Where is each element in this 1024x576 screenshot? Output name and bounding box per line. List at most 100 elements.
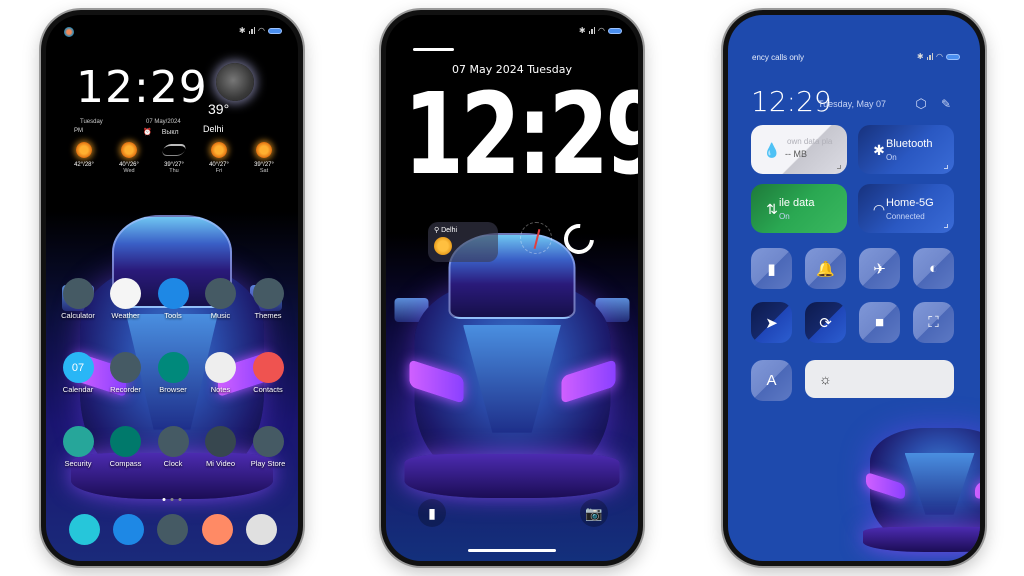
notes-icon <box>205 352 236 383</box>
weather-city: Delhi <box>203 124 224 134</box>
scan-icon: ⛶ <box>928 314 939 331</box>
app-recorder[interactable]: Recorder <box>104 352 148 394</box>
app-label: Mi Video <box>205 459 236 468</box>
camera-button[interactable]: 📷 <box>580 499 608 527</box>
app-calculator[interactable]: Calculator <box>56 278 100 320</box>
app-label: Weather <box>111 311 140 320</box>
silent-toggle[interactable]: 🔔 <box>805 248 846 289</box>
app-compass[interactable]: Compass <box>104 426 148 468</box>
app-play-store[interactable]: Play Store <box>246 426 290 468</box>
gallery-dock-icon[interactable] <box>201 514 233 545</box>
weather-widget[interactable]: ⚲ Delhi <box>428 222 498 262</box>
notification-handle[interactable] <box>413 48 454 51</box>
forecast-day: Fri <box>215 168 223 174</box>
status-bar: ✱ ◠ <box>239 26 282 35</box>
brightness-slider[interactable]: ☼ <box>805 360 954 398</box>
weather-icon <box>110 278 141 309</box>
rotation-lock-icon: ⟳ <box>819 314 832 332</box>
app-label: Calendar <box>62 385 94 394</box>
rotation-lock-toggle[interactable]: ⟳ <box>805 302 846 343</box>
flashlight-icon: ▮ <box>428 504 436 521</box>
app-mi-video[interactable]: Mi Video <box>199 426 243 468</box>
forecast-item: 40°/27° Fri <box>199 142 239 174</box>
carrier-status: ency calls only <box>752 53 805 62</box>
tile-value: -- MB <box>785 149 807 159</box>
forecast-item: 39°/27° Sat <box>244 142 284 174</box>
app-music[interactable]: Music <box>199 278 243 320</box>
clock-time[interactable]: 12:29 <box>76 62 208 113</box>
wind-icon <box>160 144 188 156</box>
app-weather[interactable]: Weather <box>104 278 148 320</box>
clock-day: Tuesday <box>80 119 103 125</box>
page-dot[interactable] <box>170 498 174 501</box>
app-label: Notes <box>210 385 231 394</box>
bell-icon: 🔔 <box>816 260 835 278</box>
app-label: Clock <box>163 459 183 468</box>
signal-icon <box>926 53 934 60</box>
camera-dock-icon[interactable] <box>246 514 278 545</box>
forecast-temp: 42°/28° <box>74 162 94 168</box>
recorder-icon <box>110 352 141 383</box>
sun-icon <box>256 142 272 158</box>
bluetooth-icon: ✱ <box>916 52 924 61</box>
home-screen: ✱ ◠ 12:29 39° Tuesday 07 May/2024 PM ⏰ В… <box>46 15 298 561</box>
moon-icon <box>216 63 254 101</box>
app-row: Security Compass Clock Mi Video Play Store <box>56 426 290 468</box>
data-plan-tile[interactable]: 💧 own data pla -- MB <box>751 125 847 174</box>
weather-forecast[interactable]: 42°/28° 40°/26° Wed 39°/27° Thu 40°/27° … <box>64 142 284 174</box>
tile-status: On <box>779 212 790 221</box>
scanner-toggle[interactable]: ⛶ <box>913 302 954 343</box>
flashlight-icon: ▮ <box>767 260 776 278</box>
app-calendar[interactable]: 07 Calendar <box>56 352 100 394</box>
page-dot[interactable] <box>178 498 182 501</box>
dark-mode-toggle[interactable]: ◐ <box>913 248 954 289</box>
phone-dock-icon[interactable] <box>68 514 100 545</box>
bluetooth-icon: ✱ <box>238 26 246 35</box>
auto-text-toggle[interactable]: A <box>751 360 792 401</box>
edit-icon[interactable]: ✎ <box>939 97 953 111</box>
phone-lock-screen: ✱ ◠ 07 May 2024 Tuesday 12:29 ⚲ Delhi ▮ … <box>381 10 643 566</box>
app-tools[interactable]: Tools <box>151 278 195 320</box>
app-browser[interactable]: Browser <box>151 352 195 394</box>
app-security[interactable]: Security <box>56 426 100 468</box>
forecast-item: 42°/28° <box>64 142 104 174</box>
settings-icon[interactable]: ⬡ <box>914 97 928 111</box>
forecast-item: 39°/27° Thu <box>154 142 194 174</box>
location-toggle[interactable]: ➤ <box>751 302 792 343</box>
app-label: Recorder <box>110 385 141 394</box>
current-temperature: 39° <box>208 101 230 117</box>
page-dot[interactable] <box>162 498 166 501</box>
app-contacts[interactable]: Contacts <box>246 352 290 394</box>
partly-sunny-icon <box>434 237 452 255</box>
app-label: Compass <box>109 459 142 468</box>
page-indicator[interactable] <box>162 498 182 501</box>
app-notes[interactable]: Notes <box>199 352 243 394</box>
app-themes[interactable]: Themes <box>246 278 290 320</box>
font-size-icon: A <box>766 372 777 389</box>
wifi-tile[interactable]: ◠ Home-5G Connected <box>858 184 954 233</box>
messages-dock-icon[interactable] <box>113 514 145 545</box>
home-indicator[interactable] <box>468 549 556 552</box>
settings-dock-icon[interactable] <box>157 514 189 545</box>
app-label: Play Store <box>250 459 286 468</box>
alarm-widget[interactable]: ⏰ Выкл <box>143 128 179 137</box>
forecast-day: Sat <box>259 168 269 174</box>
tile-title: own data pla <box>787 137 833 146</box>
mobile-data-tile[interactable]: ⇅ ile data On <box>751 184 847 233</box>
mi-video-icon <box>205 426 236 457</box>
airplane-icon: ✈ <box>873 260 886 278</box>
app-label: Themes <box>254 311 282 320</box>
flashlight-button[interactable]: ▮ <box>418 499 446 527</box>
bluetooth-tile[interactable]: ✱ Bluetooth On <box>858 125 954 174</box>
tile-status: Connected <box>886 212 925 221</box>
flashlight-toggle[interactable]: ▮ <box>751 248 792 289</box>
screen-record-toggle[interactable]: ■ <box>859 302 900 343</box>
calculator-icon <box>62 278 94 309</box>
battery-icon <box>268 27 282 34</box>
airplane-toggle[interactable]: ✈ <box>859 248 900 289</box>
battery-icon <box>946 53 960 60</box>
status-bar: ✱ ◠ <box>579 26 622 35</box>
app-label: Contacts <box>253 385 283 394</box>
compass-icon <box>110 426 141 457</box>
app-clock[interactable]: Clock <box>151 426 195 468</box>
